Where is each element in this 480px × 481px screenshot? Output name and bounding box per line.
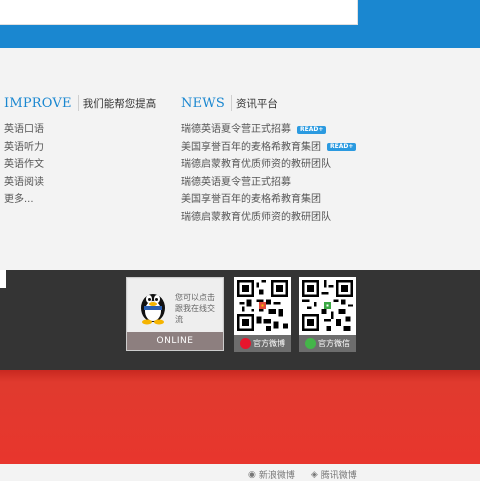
news-list: 瑞德英语夏令营正式招募 READ+ 美国享誉百年的麦格希教育集团 READ+ 瑞德启… <box>181 121 357 227</box>
tencent-weibo-icon: ◈ <box>310 469 318 480</box>
improve-title-en: IMPROVE <box>4 95 72 111</box>
news-item[interactable]: 瑞德英语夏令营正式招募 <box>181 174 356 192</box>
title-divider <box>77 95 79 111</box>
news-heading: NEWS 资讯平台 <box>181 95 278 111</box>
weibo-icon <box>240 338 251 349</box>
news-item[interactable]: 瑞德启蒙教育优质师资的教研团队 <box>181 156 356 174</box>
news-item[interactable]: 瑞德启蒙教育优质师资的教研团队 <box>181 209 356 227</box>
improve-heading: IMPROVE 我们能帮您提高 <box>4 95 156 111</box>
wechat-label: 官方微信 <box>318 339 350 348</box>
top-banner <box>0 0 480 48</box>
news-item-text[interactable]: 瑞德英语夏令营正式招募 <box>181 174 291 192</box>
news-item-text[interactable]: 美国享誉百年的麦格希教育集团 <box>181 191 321 209</box>
online-status-label[interactable]: ONLINE <box>127 332 223 350</box>
qq-chat-text: 您可以点击跟我在线交流 <box>175 293 215 324</box>
header-panel <box>0 0 358 25</box>
footer-red-band <box>0 370 480 464</box>
news-item-text[interactable]: 美国享誉百年的麦格希教育集团 <box>181 139 321 157</box>
news-item-text[interactable]: 瑞德启蒙教育优质师资的教研团队 <box>181 156 331 174</box>
weibo-qr-code <box>237 280 288 331</box>
news-title-en: NEWS <box>181 95 225 111</box>
improve-link-listening[interactable]: 英语听力 <box>4 139 44 157</box>
news-item-text[interactable]: 瑞德启蒙教育优质师资的教研团队 <box>181 209 331 227</box>
bottom-social-links: ◉ 新浪微博 ◈ 腾讯微博 <box>248 468 357 481</box>
sina-weibo-link[interactable]: ◉ 新浪微博 <box>248 468 295 481</box>
improve-link-more[interactable]: 更多... <box>4 191 44 209</box>
sina-weibo-text: 新浪微博 <box>258 471 295 481</box>
wechat-icon <box>305 338 316 349</box>
tencent-weibo-text: 腾讯微博 <box>320 471 357 481</box>
weibo-label-bar: 官方微博 <box>234 335 291 352</box>
wechat-qr-card[interactable]: 官方微信 <box>299 277 356 352</box>
wechat-qr-code <box>302 280 353 331</box>
sina-weibo-icon: ◉ <box>248 469 256 480</box>
qq-online-chat[interactable]: 您可以点击跟我在线交流 ONLINE <box>126 277 224 351</box>
improve-link-speaking[interactable]: 英语口语 <box>4 121 44 139</box>
wechat-label-bar: 官方微信 <box>299 335 356 352</box>
qq-penguin-icon <box>141 294 165 325</box>
tencent-weibo-link[interactable]: ◈ 腾讯微博 <box>311 468 357 481</box>
read-more-badge[interactable]: READ+ <box>297 125 327 134</box>
weibo-qr-card[interactable]: 官方微博 <box>234 277 291 352</box>
improve-link-reading[interactable]: 英语阅读 <box>4 174 44 192</box>
news-item[interactable]: 美国享誉百年的麦格希教育集团 READ+ <box>181 139 357 157</box>
read-more-badge[interactable]: READ+ <box>327 143 357 152</box>
news-item-text[interactable]: 瑞德英语夏令营正式招募 <box>181 121 291 139</box>
improve-title-cn: 我们能帮您提高 <box>82 97 157 110</box>
improve-list: 英语口语 英语听力 英语作文 英语阅读 更多... <box>4 121 44 209</box>
news-item[interactable]: 美国享誉百年的麦格希教育集团 <box>181 191 356 209</box>
news-item[interactable]: 瑞德英语夏令营正式招募 READ+ <box>181 121 356 139</box>
footer-tab <box>0 270 6 288</box>
title-divider <box>230 95 232 111</box>
weibo-label: 官方微博 <box>253 339 285 348</box>
news-title-cn: 资讯平台 <box>235 97 278 110</box>
improve-link-writing[interactable]: 英语作文 <box>4 156 44 174</box>
